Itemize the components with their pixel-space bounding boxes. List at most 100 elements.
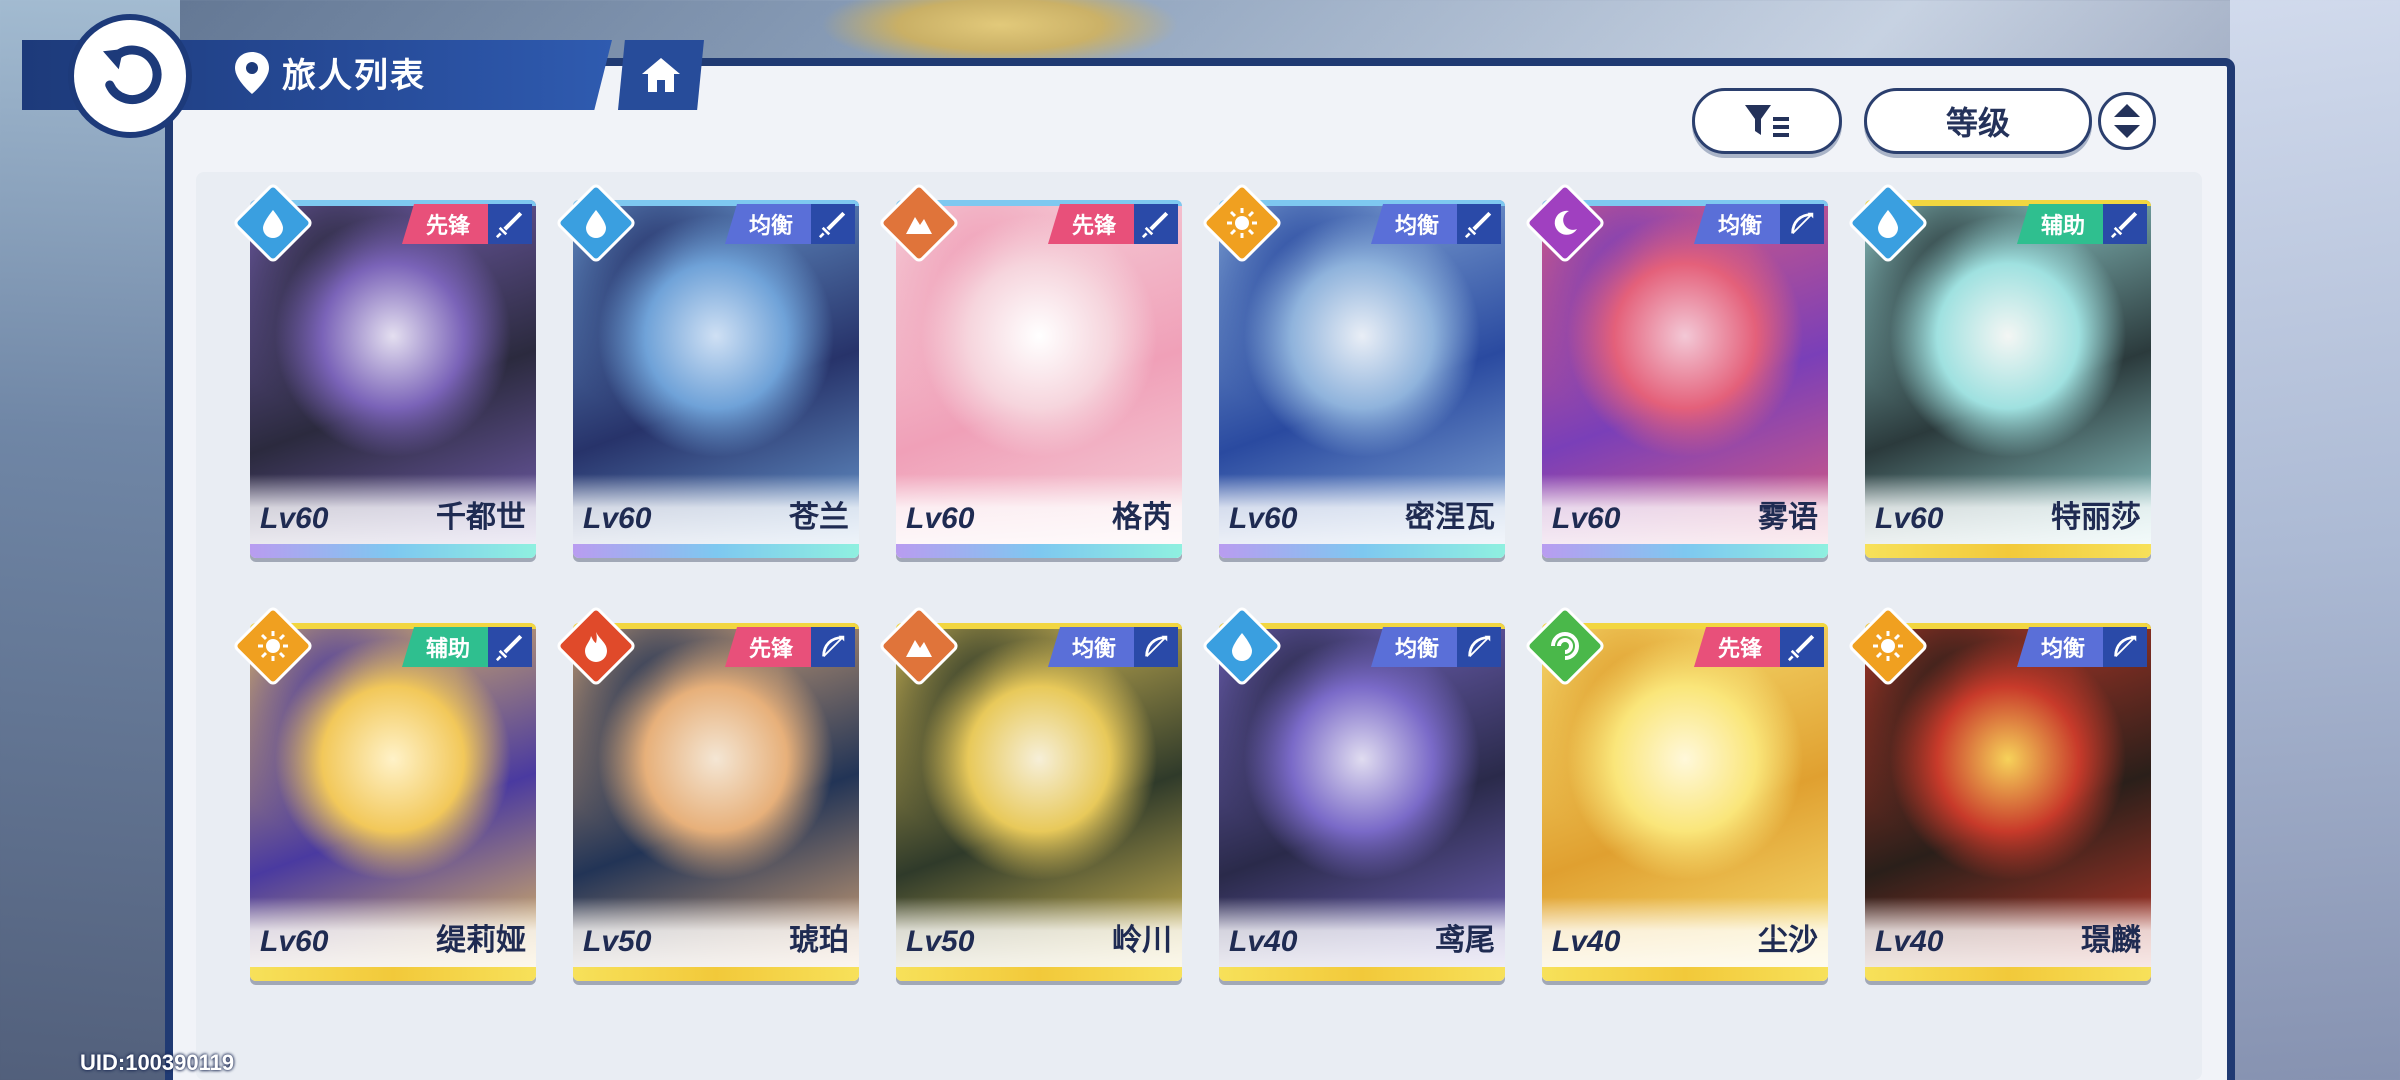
- home-button[interactable]: [618, 40, 704, 110]
- rarity-strip: [896, 967, 1182, 981]
- page-title: 旅人列表: [282, 57, 426, 95]
- user-id: UID:100390119: [80, 1050, 235, 1075]
- character-level: Lv60: [1229, 502, 1298, 535]
- weapon-badge: [1780, 627, 1824, 667]
- background-left: [0, 0, 180, 1080]
- light-element-icon: [1873, 631, 1903, 661]
- light-element-icon: [1227, 208, 1257, 238]
- role-badge: 均衡: [1370, 204, 1457, 244]
- weapon-badge: [2103, 204, 2147, 244]
- weapon-badge: [1134, 204, 1178, 244]
- role-badge: 辅助: [2016, 204, 2103, 244]
- sword-icon: [1141, 211, 1169, 239]
- character-card[interactable]: Lv60 雾语 均衡: [1542, 200, 1828, 558]
- rarity-strip: [1865, 967, 2151, 981]
- character-level: Lv50: [583, 925, 652, 958]
- character-level: Lv40: [1552, 925, 1621, 958]
- weapon-badge: [1134, 627, 1178, 667]
- character-card[interactable]: Lv40 鸢尾 均衡: [1219, 623, 1505, 981]
- character-level: Lv60: [260, 502, 329, 535]
- role-badge: 先锋: [724, 627, 811, 667]
- water-element-icon: [263, 210, 283, 238]
- rarity-strip: [1542, 967, 1828, 981]
- rarity-strip: [250, 967, 536, 981]
- character-name: 岭川: [1112, 924, 1172, 957]
- bow-icon: [1468, 635, 1491, 658]
- character-card[interactable]: Lv60 千都世 先锋: [250, 200, 536, 558]
- character-card[interactable]: Lv60 苍兰 均衡: [573, 200, 859, 558]
- rarity-strip: [1219, 967, 1505, 981]
- role-badge: 先锋: [1047, 204, 1134, 244]
- fire-element-icon: [585, 632, 607, 662]
- character-card[interactable]: Lv60 缇莉娅 辅助: [250, 623, 536, 981]
- sword-icon: [1787, 634, 1815, 662]
- rarity-strip: [896, 544, 1182, 558]
- role-badge: 均衡: [2016, 627, 2103, 667]
- earth-element-icon: [906, 640, 932, 657]
- character-name: 苍兰: [789, 501, 849, 534]
- rarity-strip: [1865, 544, 2151, 558]
- character-level: Lv60: [583, 502, 652, 535]
- character-level: Lv60: [1552, 502, 1621, 535]
- role-badge: 均衡: [1047, 627, 1134, 667]
- back-button[interactable]: [68, 14, 192, 138]
- weapon-badge: [1457, 627, 1501, 667]
- sort-order-button[interactable]: [2098, 92, 2156, 150]
- weapon-badge: [1780, 204, 1824, 244]
- rarity-strip: [250, 544, 536, 558]
- character-name: 琥珀: [789, 924, 849, 957]
- sword-icon: [818, 211, 846, 239]
- weapon-badge: [1457, 204, 1501, 244]
- role-badge: 均衡: [1693, 204, 1780, 244]
- background-right: [2230, 0, 2400, 1080]
- sort-dropdown[interactable]: 等级: [1864, 88, 2092, 154]
- character-card[interactable]: Lv50 岭川 均衡: [896, 623, 1182, 981]
- character-card[interactable]: Lv40 尘沙 先锋: [1542, 623, 1828, 981]
- weapon-badge: [811, 627, 855, 667]
- sort-order-icon: [2114, 104, 2140, 138]
- character-card[interactable]: Lv40 璟麟 均衡: [1865, 623, 2151, 981]
- character-name: 特丽莎: [2051, 501, 2141, 534]
- character-name: 鸢尾: [1435, 924, 1495, 957]
- weapon-badge: [2103, 627, 2147, 667]
- light-element-icon: [258, 631, 288, 661]
- role-badge: 均衡: [1370, 627, 1457, 667]
- role-badge: 辅助: [401, 627, 488, 667]
- filter-icon: [1745, 105, 1789, 137]
- rarity-strip: [1542, 544, 1828, 558]
- character-card[interactable]: Lv60 密涅瓦 均衡: [1219, 200, 1505, 558]
- water-element-icon: [1232, 633, 1252, 661]
- bow-icon: [822, 635, 845, 658]
- home-icon: [642, 58, 680, 92]
- bow-icon: [1145, 635, 1168, 658]
- weapon-badge: [488, 627, 532, 667]
- weapon-badge: [811, 204, 855, 244]
- wind-element-icon: [1551, 632, 1579, 660]
- bow-icon: [1791, 212, 1814, 235]
- character-name: 密涅瓦: [1405, 501, 1495, 534]
- rarity-strip: [573, 544, 859, 558]
- character-card[interactable]: Lv60 特丽莎 辅助: [1865, 200, 2151, 558]
- character-level: Lv40: [1875, 925, 1944, 958]
- location-pin-icon: [235, 52, 269, 94]
- character-name: 千都世: [436, 501, 526, 534]
- filter-button[interactable]: [1692, 88, 1842, 154]
- character-level: Lv60: [1875, 502, 1944, 535]
- dark-element-icon: [1554, 210, 1577, 235]
- water-element-icon: [586, 210, 606, 238]
- role-badge: 先锋: [1693, 627, 1780, 667]
- role-badge: 均衡: [724, 204, 811, 244]
- character-name: 尘沙: [1758, 924, 1818, 957]
- character-level: Lv60: [260, 925, 329, 958]
- sword-icon: [2110, 211, 2138, 239]
- character-card[interactable]: Lv60 格芮 先锋: [896, 200, 1182, 558]
- character-card[interactable]: Lv50 琥珀 先锋: [573, 623, 859, 981]
- sword-icon: [495, 634, 523, 662]
- bow-icon: [2114, 635, 2137, 658]
- rarity-strip: [1219, 544, 1505, 558]
- character-name: 缇莉娅: [436, 924, 526, 957]
- back-arrow-icon: [103, 45, 162, 105]
- character-level: Lv50: [906, 925, 975, 958]
- water-element-icon: [1878, 210, 1898, 238]
- sword-icon: [1464, 211, 1492, 239]
